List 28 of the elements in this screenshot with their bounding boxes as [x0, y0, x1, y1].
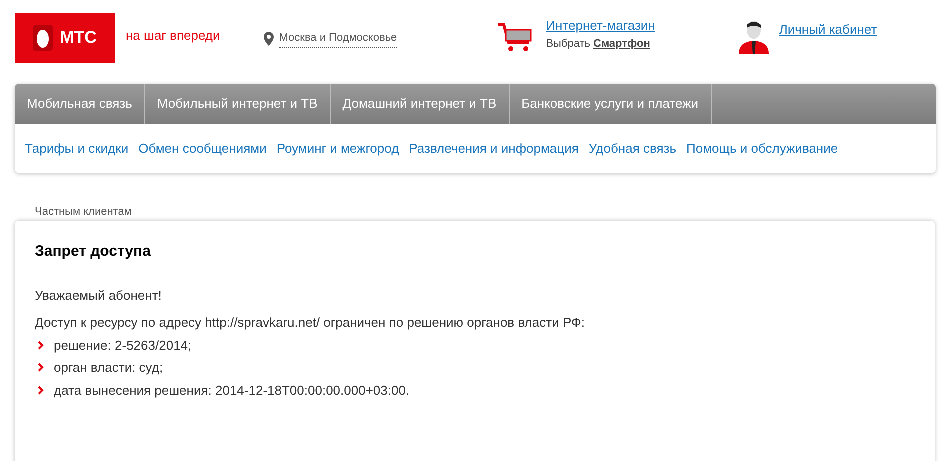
chevron-icon [38, 340, 44, 350]
breadcrumb-link[interactable]: Частным клиентам [35, 206, 132, 218]
egg-icon [33, 25, 54, 51]
smartphone-link[interactable]: Смартфон [594, 36, 650, 52]
detail-item: орган власти: суд; [54, 359, 164, 377]
subnav-link[interactable]: Роуминг и межгород [276, 138, 400, 158]
shop-prefix: Выбрать [546, 36, 590, 52]
location-pin-icon [264, 32, 274, 46]
user-avatar-icon [738, 20, 770, 54]
detail-item: решение: 2-5263/2014; [54, 336, 192, 355]
logo-text: МТС [60, 27, 97, 50]
chevron-icon [38, 363, 44, 372]
chevron-icon [38, 386, 44, 395]
subnav-link[interactable]: Тарифы и скидки [25, 138, 129, 158]
access-notice: Доступ к ресурсу по адресу http://spravkaru.net/ ограничен по решению органов власти РФ: [35, 314, 586, 332]
subnav-link[interactable]: Помощь и обслуживание [686, 138, 838, 158]
subnav-link[interactable]: Удобная связь [588, 138, 677, 158]
shopping-cart-icon [497, 23, 534, 53]
logo[interactable]: МТС [15, 13, 115, 63]
detail-item: дата вынесения решения: 2014-12-18T00:00:00.000+03:00. [54, 382, 410, 400]
page-title: Запрет доступа [35, 242, 152, 262]
region-link[interactable]: Москва и Подмосковье [279, 30, 398, 48]
tagline: на шаг впереди [126, 27, 220, 45]
shop-link[interactable]: Интернет-магазин [546, 16, 656, 36]
account-link[interactable]: Личный кабинет [779, 20, 878, 40]
subnav-link[interactable]: Развлечения и информация [409, 138, 579, 158]
greeting: Уважаемый абонент! [35, 286, 163, 304]
subnav-link[interactable]: Обмен сообщениями [138, 138, 267, 158]
